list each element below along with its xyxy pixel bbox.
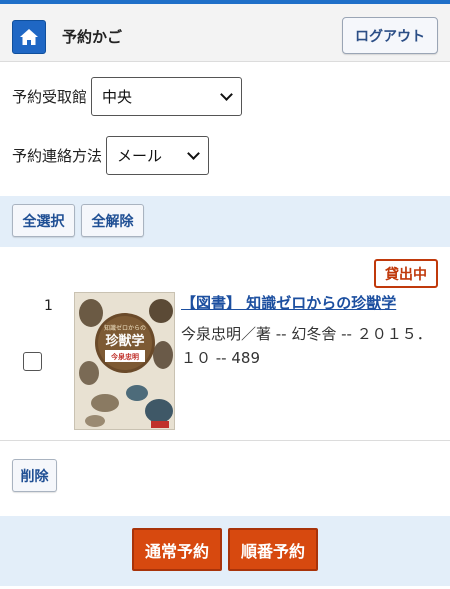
contact-row: 予約連絡方法 メール [12, 136, 210, 175]
chevron-down-icon [220, 87, 233, 101]
book-cover-image: 知識ゼロからの 珍獣学 今泉忠明 [74, 292, 175, 430]
book-cover-illustration: 知識ゼロからの 珍獣学 今泉忠明 [75, 293, 174, 429]
item-checkbox[interactable] [23, 352, 42, 371]
pickup-library-select[interactable]: 中央 [91, 77, 243, 116]
contact-label: 予約連絡方法 [12, 147, 103, 165]
contact-method-select[interactable]: メール [106, 136, 210, 175]
delete-button[interactable]: 削除 [12, 459, 57, 492]
list-item: 貸出中 1 知識ゼロからの 珍獣学 今泉忠明 【図書】 知識ゼロからの珍獣学 今… [0, 248, 450, 441]
home-button[interactable] [12, 20, 46, 54]
cover-author: 今泉忠明 [110, 352, 139, 361]
pickup-row: 予約受取館 中央 [12, 77, 243, 116]
item-number: 1 [44, 298, 53, 314]
pickup-selected-value: 中央 [102, 88, 133, 106]
page-title: 予約かご [62, 28, 123, 46]
home-icon [20, 29, 38, 45]
contact-selected-value: メール [117, 147, 163, 165]
pickup-label: 予約受取館 [12, 88, 88, 106]
book-title-link[interactable]: 【図書】 知識ゼロからの珍獣学 [181, 292, 441, 313]
status-badge: 貸出中 [374, 259, 438, 288]
cover-title: 珍獣学 [105, 333, 144, 349]
order-reserve-button[interactable]: 順番予約 [228, 528, 318, 571]
select-all-button[interactable]: 全選択 [12, 204, 75, 237]
normal-reserve-button[interactable]: 通常予約 [132, 528, 222, 571]
header-bar: 予約かご ログアウト [0, 4, 450, 62]
logout-button[interactable]: ログアウト [342, 17, 438, 54]
deselect-all-button[interactable]: 全解除 [81, 204, 144, 237]
selection-toolbar: 全選択 全解除 [0, 196, 450, 247]
cover-subtitle: 知識ゼロからの [104, 324, 146, 332]
action-bar [0, 516, 450, 586]
chevron-down-icon [187, 146, 200, 160]
book-info: 今泉忠明／著 -- 幻冬舎 -- ２０１５．１０ -- 489 [181, 325, 432, 367]
